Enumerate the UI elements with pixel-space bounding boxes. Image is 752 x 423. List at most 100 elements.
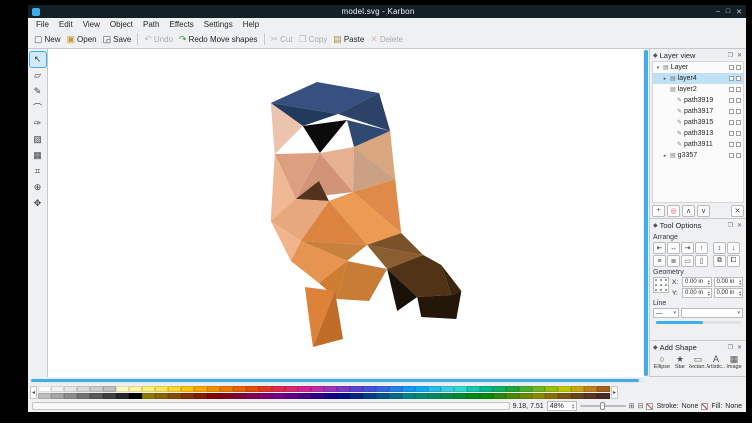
align-left-button[interactable]: ⇤: [653, 242, 666, 254]
palette-swatch[interactable]: [441, 393, 454, 399]
lock-toggle[interactable]: [736, 120, 741, 125]
palette-swatch[interactable]: [467, 386, 480, 392]
palette-swatch[interactable]: [480, 393, 493, 399]
palette-swatch[interactable]: [415, 393, 428, 399]
palette-swatch[interactable]: [311, 386, 324, 392]
align-vcenter-button[interactable]: ↕: [713, 242, 726, 254]
palette-swatch[interactable]: [597, 393, 610, 399]
horizontal-scrollbar-thumb[interactable]: [31, 379, 639, 382]
canvas[interactable]: [48, 49, 643, 377]
vertical-scrollbar[interactable]: [643, 49, 649, 377]
palette-swatch[interactable]: [116, 386, 129, 392]
close-docker-icon[interactable]: ✕: [736, 222, 743, 229]
layer-row[interactable]: ▸▤layer4: [653, 73, 743, 84]
palette-swatch[interactable]: [441, 386, 454, 392]
line-style-select[interactable]: —▾: [653, 308, 679, 318]
palette-swatch[interactable]: [363, 386, 376, 392]
layer-row[interactable]: ✎path3919: [653, 95, 743, 106]
save-button[interactable]: ◲Save: [100, 34, 135, 45]
layer-row[interactable]: ✎path3917: [653, 106, 743, 117]
visibility-toggle[interactable]: [729, 76, 734, 81]
layer-row[interactable]: ✎path3915: [653, 117, 743, 128]
palette-swatch[interactable]: [142, 386, 155, 392]
palette-swatch[interactable]: [350, 393, 363, 399]
palette-swatch[interactable]: [519, 386, 532, 392]
expander-icon[interactable]: ▸: [662, 153, 668, 159]
palette-swatch[interactable]: [207, 393, 220, 399]
palette-scroll-left-icon[interactable]: ◂: [30, 386, 37, 399]
palette-swatch[interactable]: [428, 393, 441, 399]
palette-swatch[interactable]: [363, 393, 376, 399]
layer-row[interactable]: ▸▤g3357: [653, 150, 743, 161]
open-button[interactable]: ▣Open: [64, 34, 100, 45]
layer-row[interactable]: ▤layer2: [653, 84, 743, 95]
pencil-tool[interactable]: ✎: [30, 84, 46, 99]
redo-move-shapes-button[interactable]: ↷Redo Move shapes: [176, 34, 260, 45]
palette-swatch[interactable]: [51, 386, 64, 392]
align-right-button[interactable]: ⇥: [681, 242, 694, 254]
close-docker-icon[interactable]: ✕: [736, 344, 743, 351]
palette-swatch[interactable]: [246, 393, 259, 399]
palette-swatch[interactable]: [584, 386, 597, 392]
align-top-button[interactable]: ↑: [695, 242, 708, 254]
visibility-toggle[interactable]: [729, 131, 734, 136]
zoom-tool[interactable]: ⊕: [30, 180, 46, 195]
palette-swatch[interactable]: [454, 386, 467, 392]
palette-swatch[interactable]: [168, 386, 181, 392]
line-width-select[interactable]: ▾: [681, 308, 743, 318]
palette-swatch[interactable]: [220, 393, 233, 399]
expander-icon[interactable]: ▾: [655, 65, 661, 71]
ungroup-button[interactable]: ⧠: [727, 255, 740, 267]
pattern-tool[interactable]: ▦: [30, 148, 46, 163]
fit-page-button[interactable]: ⊞: [629, 402, 635, 410]
ellipse-shape[interactable]: ○Ellipse: [653, 354, 671, 370]
palette-swatch[interactable]: [155, 386, 168, 392]
palette-swatch[interactable]: [116, 393, 129, 399]
vertical-scrollbar-thumb[interactable]: [644, 50, 648, 376]
palette-swatch[interactable]: [324, 386, 337, 392]
palette-swatch[interactable]: [90, 386, 103, 392]
palette-swatch[interactable]: [558, 393, 571, 399]
palette-swatch[interactable]: [298, 393, 311, 399]
menu-item-help[interactable]: Help: [238, 20, 264, 29]
palette-swatch[interactable]: [103, 393, 116, 399]
palette-swatch[interactable]: [337, 386, 350, 392]
palette-swatch[interactable]: [350, 386, 363, 392]
palette-swatch[interactable]: [285, 393, 298, 399]
float-docker-icon[interactable]: ❐: [727, 52, 734, 59]
visibility-toggle[interactable]: [729, 87, 734, 92]
menu-item-file[interactable]: File: [31, 20, 54, 29]
palette-swatch[interactable]: [376, 386, 389, 392]
delete-layer-button[interactable]: ◎: [667, 205, 680, 217]
add-layer-button[interactable]: +: [652, 205, 665, 217]
palette-swatch[interactable]: [77, 393, 90, 399]
lock-toggle[interactable]: [736, 76, 741, 81]
image-shape[interactable]: ▦Image: [725, 354, 743, 370]
palette-swatch[interactable]: [467, 393, 480, 399]
palette-swatch[interactable]: [129, 393, 142, 399]
float-docker-icon[interactable]: ❐: [727, 222, 734, 229]
palette-swatch[interactable]: [584, 393, 597, 399]
group-button[interactable]: ⧉: [713, 255, 726, 267]
palette-swatch[interactable]: [103, 386, 116, 392]
lock-toggle[interactable]: [736, 87, 741, 92]
palette-swatch[interactable]: [90, 393, 103, 399]
palette-swatch[interactable]: [298, 386, 311, 392]
y-field[interactable]: 0.00 in▴▾: [682, 288, 712, 298]
close-docker-icon[interactable]: ✕: [736, 52, 743, 59]
palette-swatch[interactable]: [454, 393, 467, 399]
palette-swatch[interactable]: [77, 386, 90, 392]
lock-toggle[interactable]: [736, 109, 741, 114]
visibility-toggle[interactable]: [729, 98, 734, 103]
palette-swatch[interactable]: [597, 386, 610, 392]
visibility-toggle[interactable]: [729, 109, 734, 114]
lock-toggle[interactable]: [736, 131, 741, 136]
align-hcenter-button[interactable]: ↔: [667, 242, 680, 254]
palette-swatch[interactable]: [311, 393, 324, 399]
lock-toggle[interactable]: [736, 98, 741, 103]
palette-swatch[interactable]: [428, 386, 441, 392]
menu-item-effects[interactable]: Effects: [164, 20, 198, 29]
palette-swatch[interactable]: [233, 393, 246, 399]
palette-swatch[interactable]: [415, 386, 428, 392]
palette-swatch[interactable]: [285, 386, 298, 392]
